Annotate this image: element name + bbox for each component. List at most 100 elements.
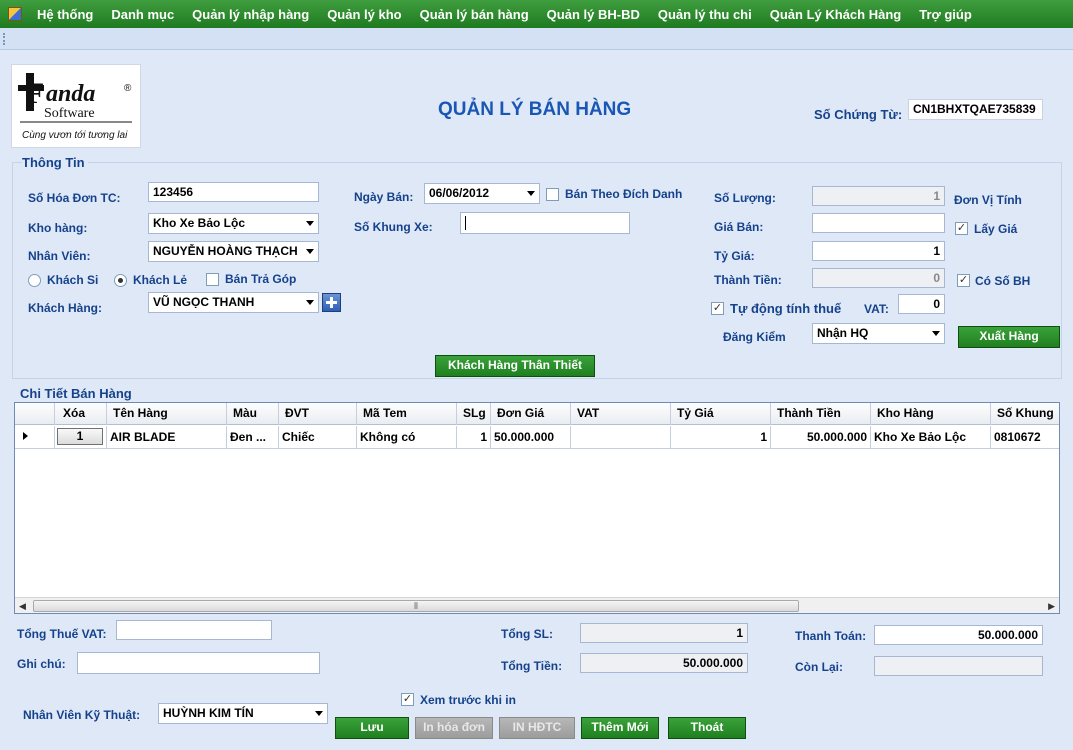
cell-price[interactable]: 50.000.000 [491, 426, 571, 448]
chevron-down-icon [932, 331, 940, 336]
sale-date-picker[interactable]: 06/06/2012 [424, 183, 540, 204]
sell-by-name-checkbox[interactable] [546, 188, 559, 201]
radio-retail[interactable] [114, 274, 127, 287]
exit-button[interactable]: Thoát [668, 717, 746, 739]
page-title: QUẢN LÝ BÁN HÀNG [438, 99, 632, 120]
note-input[interactable] [77, 652, 320, 674]
column-header[interactable]: Tỷ Giá [671, 403, 771, 425]
delete-cell[interactable]: 1 [55, 426, 107, 448]
detail-group-title: Chi Tiết Bán Hàng [20, 386, 135, 401]
delete-row-button[interactable]: 1 [57, 428, 103, 445]
tech-value: HUỲNH KIM TÍN [163, 706, 254, 720]
row-selector[interactable] [15, 426, 55, 448]
customer-value: VŨ NGỌC THANH [153, 295, 255, 309]
radio-wholesale[interactable] [28, 274, 41, 287]
auto-tax-checkbox[interactable]: ✓ [711, 302, 724, 315]
cell-stamp[interactable]: Không có [357, 426, 457, 448]
amount-input[interactable]: 0 [812, 268, 945, 288]
menu-nhap-hang[interactable]: Quản lý nhập hàng [183, 7, 318, 22]
menu-bar: Hệ thống Danh mục Quản lý nhập hàng Quản… [0, 0, 1073, 28]
logo-tagline: Cùng vươn tới tương lai [22, 130, 128, 141]
total-qty-label: Tổng SL: [501, 627, 553, 641]
column-header[interactable]: Đơn Giá [491, 403, 571, 425]
invoice-input[interactable]: 123456 [148, 182, 319, 202]
cell-product[interactable]: AIR BLADE [107, 426, 227, 448]
installment-label: Bán Trả Góp [225, 272, 297, 286]
column-header[interactable]: Kho Hàng [871, 403, 991, 425]
column-header[interactable]: Màu [227, 403, 279, 425]
toolstrip-grip[interactable] [3, 33, 6, 45]
logo-sub: Software [44, 106, 95, 121]
installment-checkbox[interactable] [206, 273, 219, 286]
qty-input[interactable]: 1 [812, 186, 945, 206]
logo-graphic: F anda ® Software Cùng vươn tới tương la… [18, 73, 132, 141]
rate-label: Tỷ Giá: [714, 249, 755, 263]
save-button[interactable]: Lưu [335, 717, 409, 739]
column-header[interactable]: ĐVT [279, 403, 357, 425]
scroll-thumb[interactable]: ⦀ [33, 600, 799, 612]
menu-bh-bd[interactable]: Quản lý BH-BD [538, 7, 649, 22]
cell-qty[interactable]: 1 [457, 426, 491, 448]
frame-label: Số Khung Xe: [354, 220, 433, 234]
cell-color[interactable]: Đen ... [227, 426, 279, 448]
remaining-field [874, 656, 1043, 676]
cell-warehouse[interactable]: Kho Xe Bảo Lộc [871, 426, 991, 448]
menu-ban-hang[interactable]: Quản lý bán hàng [411, 7, 538, 22]
warranty-checkbox[interactable]: ✓ [957, 274, 970, 287]
tech-select[interactable]: HUỲNH KIM TÍN [158, 703, 328, 724]
warranty-label: Có Số BH [975, 274, 1031, 288]
registration-select[interactable]: Nhận HQ [812, 323, 945, 344]
horizontal-scrollbar[interactable]: ◀ ⦀ ▶ [15, 597, 1059, 613]
cell-frame[interactable]: 0810672 [991, 426, 1059, 448]
column-header[interactable]: Xóa [55, 403, 107, 425]
chevron-down-icon [306, 300, 314, 305]
column-header[interactable]: Số Khung [991, 403, 1059, 425]
company-logo: F anda ® Software Cùng vươn tới tương la… [11, 64, 141, 148]
add-new-button[interactable]: Thêm Mới [581, 717, 659, 739]
chevron-down-icon [306, 249, 314, 254]
voucher-field[interactable]: CN1BHXTQAE735839 [908, 99, 1043, 120]
print-hdtc-button[interactable]: IN HĐTC [499, 717, 575, 739]
cell-vat[interactable] [571, 426, 671, 448]
chevron-down-icon [306, 221, 314, 226]
column-header[interactable]: SLg [457, 403, 491, 425]
logo-prefix: F [26, 77, 44, 110]
app-icon[interactable] [8, 7, 22, 21]
warehouse-value: Kho Xe Bảo Lộc [153, 216, 246, 230]
export-button[interactable]: Xuất Hàng [958, 326, 1060, 348]
get-price-checkbox[interactable]: ✓ [955, 222, 968, 235]
menu-kho[interactable]: Quản lý kho [318, 7, 410, 22]
column-header[interactable]: Tên Hàng [107, 403, 227, 425]
scroll-right-icon[interactable]: ▶ [1048, 601, 1055, 612]
total-vat-label: Tổng Thuế VAT: [17, 627, 107, 641]
vat-input[interactable]: 0 [898, 294, 945, 314]
cell-amount[interactable]: 50.000.000 [771, 426, 871, 448]
preview-checkbox[interactable]: ✓ [401, 693, 414, 706]
warehouse-select[interactable]: Kho Xe Bảo Lộc [148, 213, 319, 234]
menu-khach-hang[interactable]: Quản Lý Khách Hàng [761, 7, 910, 22]
cell-unit[interactable]: Chiếc [279, 426, 357, 448]
total-qty-field: 1 [580, 623, 748, 643]
add-customer-button[interactable] [322, 293, 341, 312]
table-row[interactable]: 1 AIR BLADE Đen ... Chiếc Không có 1 50.… [15, 426, 1059, 449]
payment-input[interactable]: 50.000.000 [874, 625, 1043, 645]
menu-he-thong[interactable]: Hệ thống [28, 7, 102, 22]
price-input[interactable] [812, 213, 945, 233]
print-invoice-button[interactable]: In hóa đơn [415, 717, 493, 739]
scroll-left-icon[interactable]: ◀ [19, 601, 26, 612]
rate-input[interactable]: 1 [812, 241, 945, 261]
column-header[interactable]: VAT [571, 403, 671, 425]
customer-select[interactable]: VŨ NGỌC THANH [148, 292, 319, 313]
menu-danh-muc[interactable]: Danh mục [102, 7, 183, 22]
preview-label: Xem trước khi in [420, 693, 516, 707]
column-header[interactable]: Thành Tiền [771, 403, 871, 425]
frame-input[interactable] [460, 212, 630, 234]
menu-tro-giup[interactable]: Trợ giúp [910, 7, 981, 22]
total-vat-input[interactable] [116, 620, 272, 640]
sale-date-label: Ngày Bán: [354, 190, 414, 204]
menu-thu-chi[interactable]: Quản lý thu chi [649, 7, 761, 22]
cell-rate[interactable]: 1 [671, 426, 771, 448]
staff-select[interactable]: NGUYỄN HOÀNG THẠCH [148, 241, 319, 262]
column-header[interactable]: Mã Tem [357, 403, 457, 425]
loyal-customer-button[interactable]: Khách Hàng Thân Thiết [435, 355, 595, 377]
